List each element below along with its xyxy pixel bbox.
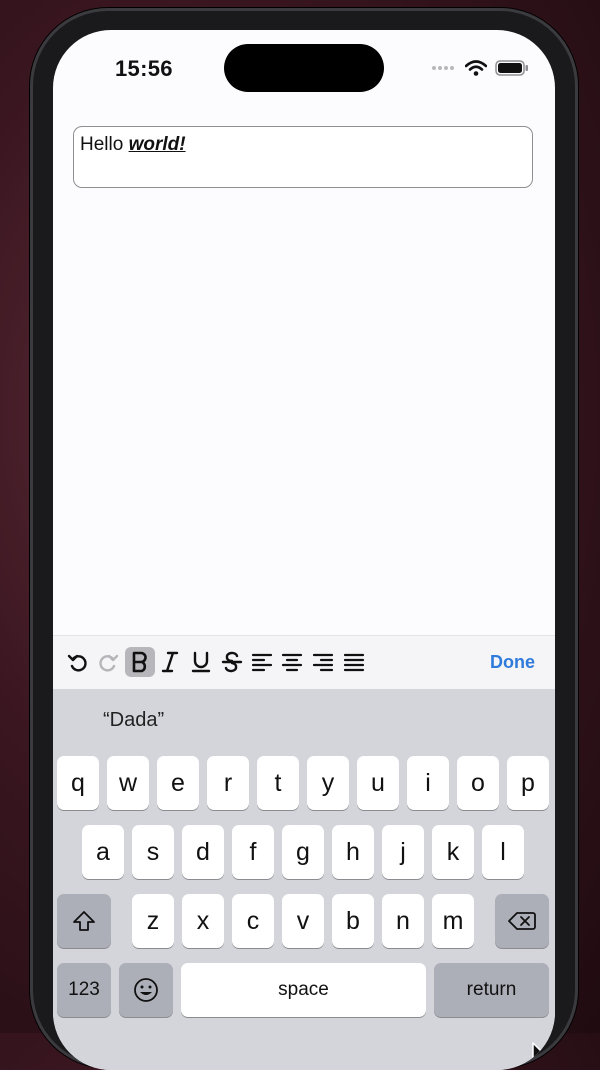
shift-key[interactable]	[57, 894, 111, 948]
key-o[interactable]: o	[457, 756, 499, 810]
align-center-icon	[281, 653, 303, 672]
mouse-pointer-icon	[532, 1042, 546, 1064]
underline-button[interactable]	[186, 647, 216, 677]
key-k[interactable]: k	[432, 825, 474, 879]
cellular-signal-icon	[432, 66, 454, 70]
underline-icon	[191, 651, 211, 673]
align-center-button[interactable]	[277, 647, 307, 677]
justify-button[interactable]	[339, 647, 369, 677]
align-right-button[interactable]	[308, 647, 338, 677]
done-button[interactable]: Done	[490, 652, 535, 673]
key-u[interactable]: u	[357, 756, 399, 810]
bold-button[interactable]	[125, 647, 155, 677]
key-b[interactable]: b	[332, 894, 374, 948]
key-l[interactable]: l	[482, 825, 524, 879]
wifi-icon	[465, 60, 487, 76]
screen: 15:56 Hello world! Done “Dada” q w e r t…	[53, 30, 555, 1070]
align-left-button[interactable]	[247, 647, 277, 677]
status-bar: 15:56	[53, 30, 555, 105]
backspace-key[interactable]	[495, 894, 549, 948]
key-v[interactable]: v	[282, 894, 324, 948]
numbers-key[interactable]: 123	[57, 963, 111, 1017]
italic-button[interactable]	[155, 647, 185, 677]
key-p[interactable]: p	[507, 756, 549, 810]
keyboard: “Dada” q w e r t y u i o p a s d f g h j…	[53, 689, 555, 1070]
format-toolbar: Done	[53, 635, 555, 690]
emoji-key[interactable]	[119, 963, 173, 1017]
key-h[interactable]: h	[332, 825, 374, 879]
return-key[interactable]: return	[434, 963, 549, 1017]
key-y[interactable]: y	[307, 756, 349, 810]
strikethrough-icon	[221, 651, 243, 673]
key-a[interactable]: a	[82, 825, 124, 879]
undo-icon	[67, 654, 87, 672]
dynamic-island	[224, 44, 384, 92]
key-i[interactable]: i	[407, 756, 449, 810]
justify-icon	[343, 653, 365, 672]
key-x[interactable]: x	[182, 894, 224, 948]
key-q[interactable]: q	[57, 756, 99, 810]
status-time: 15:56	[115, 56, 173, 81]
backspace-icon	[508, 912, 536, 930]
italic-icon	[161, 651, 179, 673]
battery-icon	[495, 60, 528, 76]
key-j[interactable]: j	[382, 825, 424, 879]
editor-text-styled: world!	[128, 134, 186, 155]
key-g[interactable]: g	[282, 825, 324, 879]
editor-text-plain: Hello	[80, 134, 129, 155]
shift-icon	[73, 911, 95, 931]
undo-button[interactable]	[63, 647, 93, 677]
key-m[interactable]: m	[432, 894, 474, 948]
key-t[interactable]: t	[257, 756, 299, 810]
strikethrough-button[interactable]	[217, 647, 247, 677]
emoji-icon	[134, 978, 158, 1002]
key-c[interactable]: c	[232, 894, 274, 948]
redo-button[interactable]	[93, 647, 123, 677]
key-s[interactable]: s	[132, 825, 174, 879]
status-icons	[431, 58, 529, 78]
key-d[interactable]: d	[182, 825, 224, 879]
align-right-icon	[312, 653, 334, 672]
key-f[interactable]: f	[232, 825, 274, 879]
key-z[interactable]: z	[132, 894, 174, 948]
key-w[interactable]: w	[107, 756, 149, 810]
bold-icon	[132, 651, 147, 673]
rich-text-editor[interactable]: Hello world!	[73, 126, 533, 188]
redo-icon	[99, 654, 119, 672]
key-e[interactable]: e	[157, 756, 199, 810]
space-key[interactable]: space	[181, 963, 426, 1017]
align-left-icon	[251, 653, 273, 672]
key-n[interactable]: n	[382, 894, 424, 948]
key-r[interactable]: r	[207, 756, 249, 810]
autocorrect-suggestion[interactable]: “Dada”	[103, 709, 164, 732]
